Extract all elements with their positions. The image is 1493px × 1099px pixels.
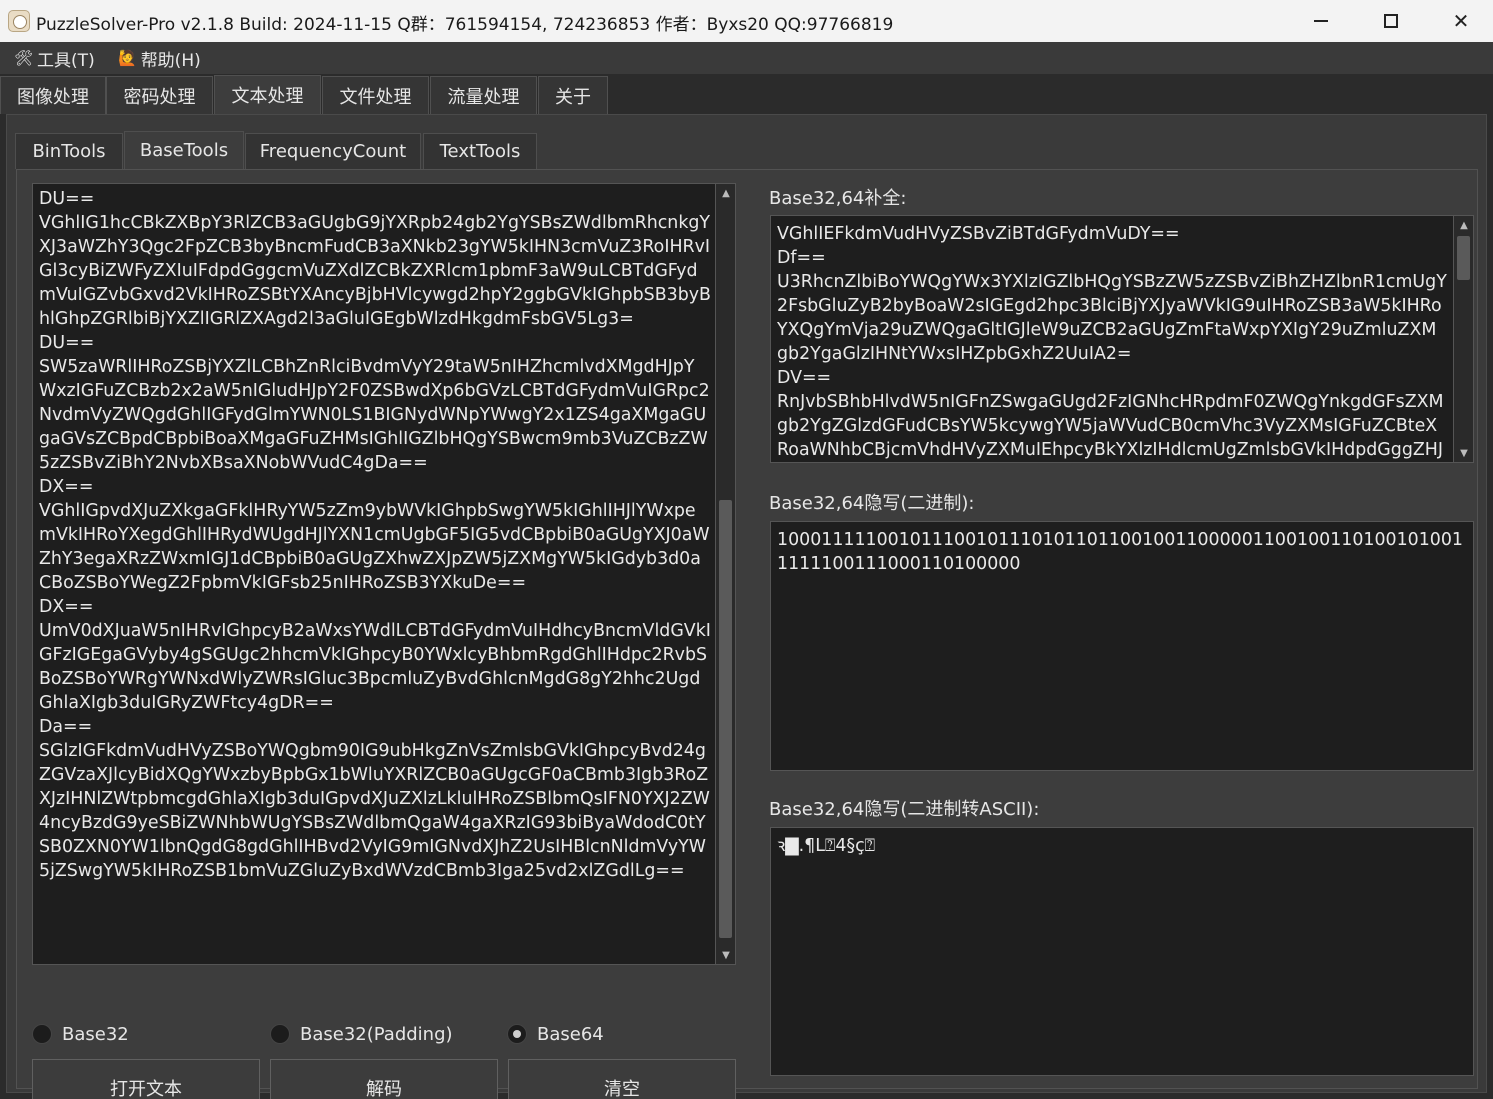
padding-label: Base32,64补全: xyxy=(769,188,907,209)
subtab-basetools[interactable]: BaseTools xyxy=(124,131,244,169)
title-bar: PuzzleSolver-Pro v2.1.8 Build: 2024-11-1… xyxy=(0,0,1493,42)
stego-binary-text: 1000111110010111001011101011011001001100… xyxy=(777,530,1463,574)
stego-binary-output[interactable]: 1000111110010111001011101011011001001100… xyxy=(770,521,1474,771)
subtab-texttools[interactable]: TextTools xyxy=(423,133,537,169)
stego-ascii-text: ꝛ▇.¶L⍰4§ç⍰ xyxy=(777,836,876,856)
subtab-frequencycount[interactable]: FrequencyCount xyxy=(245,133,421,169)
input-scroll-thumb[interactable] xyxy=(719,500,732,938)
padding-output[interactable]: VGhlIEFkdmVudHVyZSBvZiBTdGFydmVuDY== Df=… xyxy=(770,215,1474,463)
padding-scroll-up-icon[interactable]: ▲ xyxy=(1454,216,1473,234)
padding-scrollbar[interactable]: ▲ ▼ xyxy=(1453,216,1473,462)
clear-button[interactable]: 清空 xyxy=(508,1059,736,1099)
maximize-button[interactable] xyxy=(1356,0,1426,42)
radio-base32-padding-label: Base32(Padding) xyxy=(300,1023,453,1045)
decode-button[interactable]: 解码 xyxy=(270,1059,498,1099)
scroll-up-icon[interactable]: ▲ xyxy=(716,184,735,202)
minimize-icon xyxy=(1314,20,1328,22)
minimize-button[interactable] xyxy=(1286,0,1356,42)
close-icon: ✕ xyxy=(1452,9,1470,33)
tab-traffic[interactable]: 流量处理 xyxy=(430,76,537,114)
input-scrollbar[interactable]: ▲ ▼ xyxy=(715,184,735,964)
radio-base64[interactable]: Base64 xyxy=(507,1021,604,1047)
radio-base64-label: Base64 xyxy=(537,1023,604,1045)
input-textarea[interactable]: DU== VGhlIG1hcCBkZXBpY3RlZCB3aGUgbG9jYXR… xyxy=(32,183,736,965)
subtab-bintools[interactable]: BinTools xyxy=(15,133,123,169)
menu-tools-label: 工具(T) xyxy=(37,50,95,71)
menu-help-label: 帮助(H) xyxy=(140,50,201,71)
menu-help[interactable]: 🙋 帮助(H) xyxy=(118,46,201,71)
radio-base32[interactable]: Base32 xyxy=(32,1021,129,1047)
radio-base32-padding[interactable]: Base32(Padding) xyxy=(270,1021,453,1047)
app-logo-icon xyxy=(8,10,30,32)
main-tabs: 图像处理 密码处理 文本处理 文件处理 流量处理 关于 xyxy=(0,75,1493,114)
tab-about[interactable]: 关于 xyxy=(538,76,608,114)
radio-base32-circle xyxy=(32,1024,52,1044)
radio-base64-circle xyxy=(507,1024,527,1044)
radio-base32-label: Base32 xyxy=(62,1023,129,1045)
basetools-panel: DU== VGhlIG1hcCBkZXBpY3RlZCB3aGUgbG9jYXR… xyxy=(16,169,1478,1099)
maximize-icon xyxy=(1384,14,1398,28)
stego-ascii-label: Base32,64隐写(二进制转ASCII): xyxy=(769,799,1040,820)
tab-file[interactable]: 文件处理 xyxy=(322,76,429,114)
scroll-down-icon[interactable]: ▼ xyxy=(716,946,735,964)
tab-crypto[interactable]: 密码处理 xyxy=(106,76,213,114)
open-text-button[interactable]: 打开文本 xyxy=(32,1059,260,1099)
close-button[interactable]: ✕ xyxy=(1426,0,1493,42)
menu-bar: 🛠 工具(T) 🙋 帮助(H) xyxy=(0,42,1493,74)
padding-output-text: VGhlIEFkdmVudHVyZSBvZiBTdGFydmVuDY== Df=… xyxy=(777,224,1447,460)
help-icon: 🙋 xyxy=(118,49,137,67)
tools-icon: 🛠 xyxy=(14,49,34,67)
menu-tools[interactable]: 🛠 工具(T) xyxy=(14,46,95,71)
main-panel: BinTools BaseTools FrequencyCount TextTo… xyxy=(6,114,1487,1099)
input-text: DU== VGhlIG1hcCBkZXBpY3RlZCB3aGUgbG9jYXR… xyxy=(39,189,711,881)
window-title: PuzzleSolver-Pro v2.1.8 Build: 2024-11-1… xyxy=(36,15,894,35)
tab-text[interactable]: 文本处理 xyxy=(214,75,321,114)
stego-ascii-output[interactable]: ꝛ▇.¶L⍰4§ç⍰ xyxy=(770,827,1474,1076)
padding-scroll-thumb[interactable] xyxy=(1457,236,1470,280)
radio-base32-padding-circle xyxy=(270,1024,290,1044)
tab-image[interactable]: 图像处理 xyxy=(0,76,106,114)
padding-scroll-down-icon[interactable]: ▼ xyxy=(1454,444,1473,462)
stego-binary-label: Base32,64隐写(二进制): xyxy=(769,493,975,514)
